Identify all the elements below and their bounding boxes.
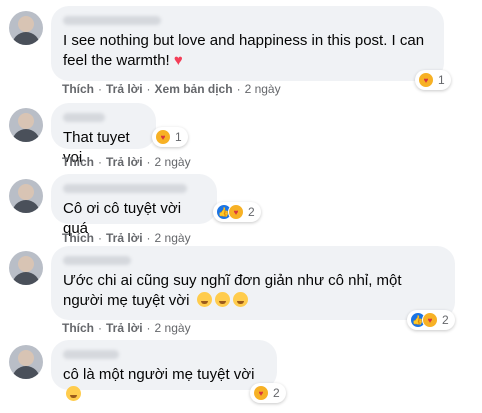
like-link[interactable]: Thích [62,155,94,169]
comment-text: I see nothing but love and happiness in … [63,32,425,69]
timestamp[interactable]: 2 ngày [155,155,191,169]
comment-text: cô là một người mẹ tuyệt vời [63,365,265,405]
smiling-face-icon [196,292,212,307]
timestamp[interactable]: 2 ngày [155,321,191,335]
comment-text: Ước chi ai cũng suy nghĩ đơn giản như cô… [63,272,402,309]
reply-link[interactable]: Trả lời [106,231,143,245]
comment-bubble: cô là một người mẹ tuyệt vời [51,340,277,401]
like-link[interactable]: Thích [62,321,94,335]
reaction-summary[interactable]: 👍 ♥ 2 [407,310,455,330]
reply-link[interactable]: Trả lời [106,155,143,169]
pleading-face-icon [66,386,81,401]
reply-link[interactable]: Trả lời [106,321,143,335]
author-name-blurred[interactable] [63,350,119,359]
care-reaction-icon: ♥ [418,72,434,88]
avatar[interactable] [9,11,43,45]
comment-actions: Thích · Trả lời · Xem bản dịch · 2 ngày [62,82,281,96]
avatar[interactable] [9,251,43,285]
avatar[interactable] [9,108,43,142]
reaction-summary[interactable]: ♥ 2 [250,383,286,403]
like-link[interactable]: Thích [62,82,94,96]
author-name-blurred[interactable] [63,16,161,25]
see-translation-link[interactable]: Xem bản dịch [155,82,233,96]
comment-bubble: Cô ơi cô tuyệt vời quá [51,174,217,237]
author-name-blurred[interactable] [63,256,131,265]
author-name-blurred[interactable] [63,184,187,193]
reaction-summary[interactable]: ♥ 1 [415,70,451,90]
care-reaction-icon: ♥ [422,312,438,328]
author-name-blurred[interactable] [63,113,105,122]
reaction-summary[interactable]: ♥ 1 [152,127,188,147]
smiling-face-icon [214,292,230,307]
avatar[interactable] [9,179,43,213]
smiling-face-icon [232,292,248,307]
reaction-summary[interactable]: 👍 ♥ 2 [213,202,261,222]
comment-bubble: That tuyet voi [51,103,156,166]
like-link[interactable]: Thích [62,231,94,245]
comment-bubble: I see nothing but love and happiness in … [51,6,444,81]
comment-actions: Thích · Trả lời · 2 ngày [62,321,191,335]
avatar[interactable] [9,345,43,379]
heart-emoji-icon: ♥ [173,52,183,69]
comment-actions: Thích · Trả lời · 2 ngày [62,231,191,245]
comment-bubble: Ước chi ai cũng suy nghĩ đơn giản như cô… [51,246,455,320]
reply-link[interactable]: Trả lời [106,82,143,96]
comment-actions: Thích · Trả lời · 2 ngày [62,155,191,169]
timestamp[interactable]: 2 ngày [245,82,281,96]
care-reaction-icon: ♥ [228,204,244,220]
care-reaction-icon: ♥ [155,129,171,145]
care-reaction-icon: ♥ [253,385,269,401]
timestamp[interactable]: 2 ngày [155,231,191,245]
